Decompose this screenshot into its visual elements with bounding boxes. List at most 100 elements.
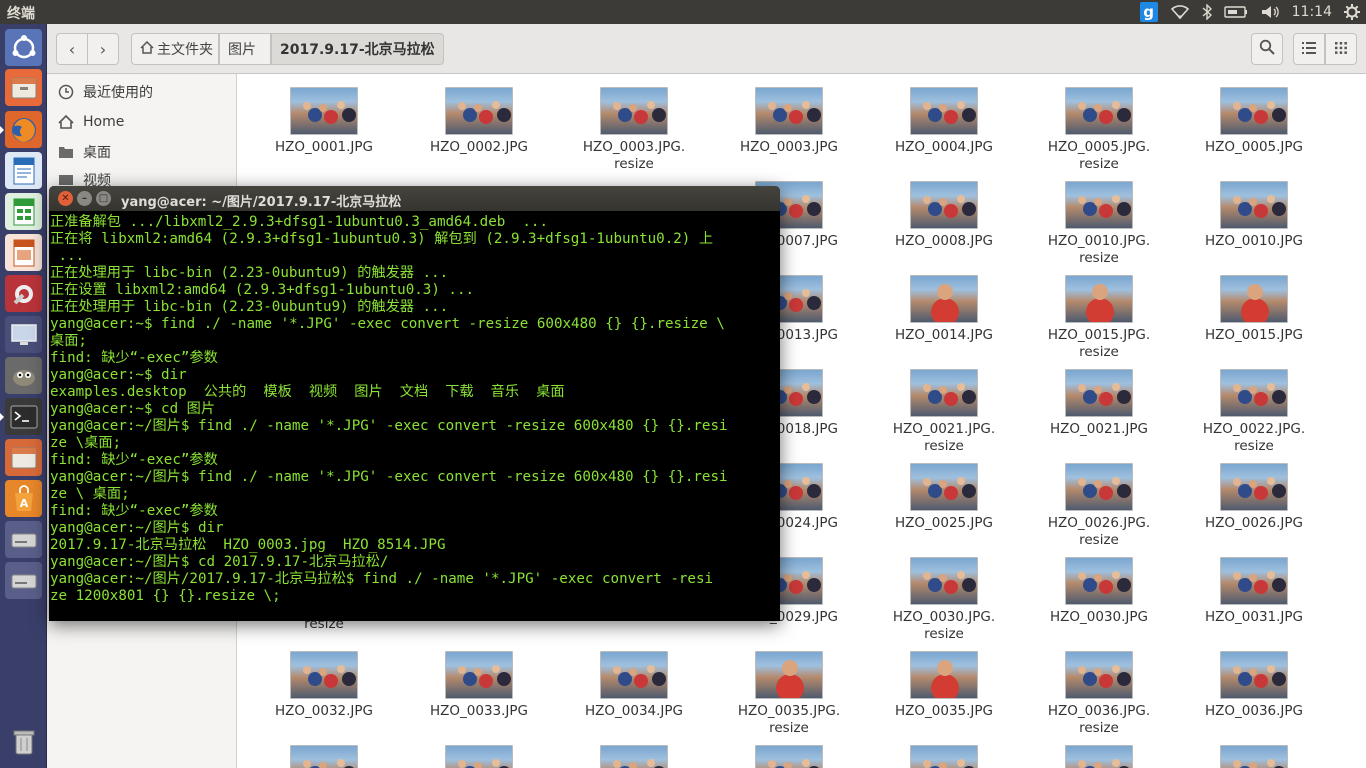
- grid-view-button[interactable]: [1325, 33, 1357, 65]
- file-item[interactable]: HZO_0015.JPG: [1189, 268, 1319, 344]
- wifi-icon[interactable]: [1170, 4, 1190, 20]
- impress-icon[interactable]: [5, 234, 42, 271]
- terminal-line: 正在处理用于 libc-bin (2.23-0ubuntu9) 的触发器 ...: [50, 265, 449, 281]
- list-view-button[interactable]: [1293, 33, 1325, 65]
- file-name: HZO_0005.JPG: [1204, 139, 1303, 155]
- file-item[interactable]: HZO_0036.JPG: [1189, 644, 1319, 720]
- terminal-icon[interactable]: [0, 398, 42, 435]
- file-item[interactable]: HZO_0021.JPG: [1034, 362, 1164, 438]
- calc-icon[interactable]: [5, 193, 42, 230]
- file-item[interactable]: HZO_0033.JPG: [414, 644, 544, 720]
- breadcrumb-pictures[interactable]: 图片: [219, 33, 271, 65]
- file-item[interactable]: HZO_0030.JPG: [1034, 550, 1164, 626]
- drive-icon[interactable]: [5, 521, 42, 558]
- remote-desktop-icon[interactable]: [5, 316, 42, 353]
- file-item[interactable]: HZO_0035.JPG: [879, 644, 1009, 720]
- sidebar-item-desktop[interactable]: 桌面: [57, 138, 111, 166]
- file-item[interactable]: HZO_0015.JPG. resize: [1034, 268, 1164, 361]
- terminal-output[interactable]: 正准备解包 .../libxml2_2.9.3+dfsg1-1ubuntu0.3…: [49, 211, 780, 605]
- image-thumbnail: [1220, 557, 1288, 605]
- file-item[interactable]: HZO_0005.JPG: [1189, 80, 1319, 156]
- file-item[interactable]: [414, 738, 544, 768]
- file-item[interactable]: HZO_0026.JPG: [1189, 456, 1319, 532]
- software-center-icon[interactable]: A: [5, 480, 42, 517]
- file-item[interactable]: HZO_0003.JPG. resize: [569, 80, 699, 173]
- files-icon[interactable]: [5, 69, 42, 106]
- file-name: HZO_0008.JPG: [894, 233, 993, 249]
- terminal-line: 2017.9.17-北京马拉松 HZO_0003.jpg HZO_8514.JP…: [50, 537, 446, 553]
- image-thumbnail: [1065, 181, 1133, 229]
- image-thumbnail: [1220, 651, 1288, 699]
- file-name: HZO_0035.JPG. resize: [737, 703, 841, 736]
- file-item[interactable]: [724, 738, 854, 768]
- terminal-titlebar[interactable]: ✕ – □ yang@acer: ~/图片/2017.9.17-北京马拉松: [49, 186, 780, 211]
- firefox-icon[interactable]: [0, 111, 42, 148]
- volume-icon[interactable]: [1260, 4, 1280, 20]
- file-item[interactable]: HZO_0031.JPG: [1189, 550, 1319, 626]
- terminal-line: 正在将 libxml2:amd64 (2.9.3+dfsg1-1ubuntu0.…: [50, 231, 714, 247]
- file-item[interactable]: HZO_0025.JPG: [879, 456, 1009, 532]
- battery-icon[interactable]: [1223, 5, 1248, 19]
- file-item[interactable]: HZO_0008.JPG: [879, 174, 1009, 250]
- forward-button[interactable]: ›: [87, 33, 119, 65]
- file-item[interactable]: HZO_0005.JPG. resize: [1034, 80, 1164, 173]
- input-method-icon[interactable]: g: [1139, 2, 1158, 22]
- sidebar-item-recent[interactable]: 最近使用的: [57, 78, 153, 106]
- search-button[interactable]: [1251, 33, 1283, 65]
- file-item[interactable]: HZO_0001.JPG: [259, 80, 389, 156]
- file-item[interactable]: HZO_0014.JPG: [879, 268, 1009, 344]
- image-thumbnail: [600, 87, 668, 135]
- file-item[interactable]: HZO_0004.JPG: [879, 80, 1009, 156]
- file-item[interactable]: HZO_0010.JPG: [1189, 174, 1319, 250]
- maximize-icon[interactable]: □: [96, 191, 111, 206]
- image-thumbnail: [910, 463, 978, 511]
- close-icon[interactable]: ✕: [58, 191, 73, 206]
- file-name: HZO_0026.JPG. resize: [1047, 515, 1151, 548]
- clock[interactable]: 11:14: [1292, 4, 1332, 20]
- file-item[interactable]: [1189, 738, 1319, 768]
- file-item[interactable]: HZO_0030.JPG. resize: [879, 550, 1009, 643]
- image-thumbnail: [1065, 87, 1133, 135]
- folder-icon: [57, 144, 75, 160]
- image-thumbnail: [1065, 557, 1133, 605]
- file-name: HZO_0021.JPG: [1049, 421, 1148, 437]
- image-thumbnail: [445, 87, 513, 135]
- file-item[interactable]: HZO_0032.JPG: [259, 644, 389, 720]
- sidebar-item-home[interactable]: Home: [57, 108, 124, 136]
- writer-icon[interactable]: [5, 152, 42, 189]
- breadcrumb-current[interactable]: 2017.9.17-北京马拉松: [271, 33, 444, 65]
- terminal-line: 正准备解包 .../libxml2_2.9.3+dfsg1-1ubuntu0.3…: [50, 214, 549, 230]
- file-item[interactable]: HZO_0021.JPG. resize: [879, 362, 1009, 455]
- indicator-area: g 11:14: [1139, 0, 1360, 24]
- terminal-title: yang@acer: ~/图片/2017.9.17-北京马拉松: [121, 195, 402, 210]
- gimp-icon[interactable]: [5, 357, 42, 394]
- drive-icon-2[interactable]: [5, 562, 42, 599]
- bluetooth-icon[interactable]: [1202, 4, 1212, 20]
- minimize-icon[interactable]: –: [77, 191, 92, 206]
- file-item[interactable]: [1034, 738, 1164, 768]
- file-item[interactable]: [259, 738, 389, 768]
- file-item[interactable]: HZO_0035.JPG. resize: [724, 644, 854, 737]
- file-item[interactable]: [569, 738, 699, 768]
- files-window-icon[interactable]: [5, 439, 42, 476]
- gear-icon[interactable]: [1344, 4, 1360, 20]
- image-thumbnail: [600, 651, 668, 699]
- back-button[interactable]: ‹: [56, 33, 88, 65]
- file-item[interactable]: HZO_0003.JPG: [724, 80, 854, 156]
- file-item[interactable]: HZO_0036.JPG. resize: [1034, 644, 1164, 737]
- breadcrumb-home[interactable]: 主文件夹: [131, 33, 219, 65]
- file-item[interactable]: HZO_0002.JPG: [414, 80, 544, 156]
- clock-icon: [57, 84, 75, 100]
- file-item[interactable]: HZO_0010.JPG. resize: [1034, 174, 1164, 267]
- trash-icon[interactable]: [5, 723, 42, 760]
- file-item[interactable]: HZO_0022.JPG. resize: [1189, 362, 1319, 455]
- file-item[interactable]: HZO_0026.JPG. resize: [1034, 456, 1164, 549]
- terminal-line: yang@acer:~$ find ./ -name '*.JPG' -exec…: [50, 316, 725, 332]
- system-settings-icon[interactable]: [5, 275, 42, 312]
- image-thumbnail: [1220, 87, 1288, 135]
- ubuntu-home-icon[interactable]: [5, 29, 42, 66]
- file-item[interactable]: [879, 738, 1009, 768]
- terminal-line: examples.desktop 公共的 模板 视频 图片 文档 下载 音乐 桌…: [50, 384, 565, 400]
- file-name: HZO_0031.JPG: [1204, 609, 1303, 625]
- file-item[interactable]: HZO_0034.JPG: [569, 644, 699, 720]
